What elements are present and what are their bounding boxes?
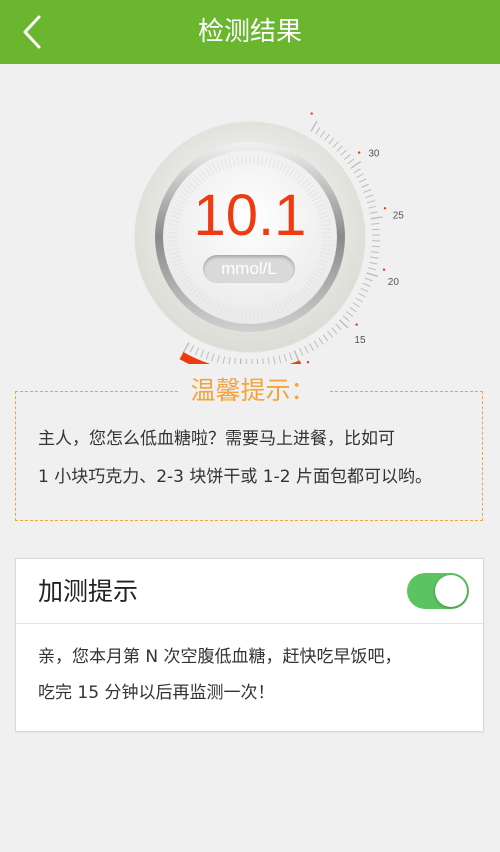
gauge-tick [267,357,270,364]
gauge-tick [319,130,326,138]
gauge-tick [304,345,309,354]
gauge-tick [361,183,369,188]
gauge-tick [328,137,335,145]
glucose-gauge: 051015202530 10.1 mmol/L [0,64,500,364]
gauge-tick [364,277,373,282]
gauge-tick [273,356,276,364]
tip-title: 温馨提示： [178,370,328,412]
gauge-tick [367,267,376,271]
gauge-tick-dot [355,323,358,326]
gauge-tick [363,189,372,193]
recheck-card: 加测提示 亲，您本月第 N 次空腹低血糖，赶快吃早饭吧， 吃完 15 分钟以后再… [15,558,484,732]
gauge-tick [368,205,377,209]
recheck-toggle[interactable] [407,573,469,609]
gauge-tick [262,358,264,364]
gauge-tick-dot [357,151,361,154]
gauge-tick [335,323,342,330]
gauge-tick-label: 20 [388,277,400,288]
gauge-tick [278,355,282,364]
gauge-tick [332,141,339,148]
gauge-tick-dot [306,361,310,364]
gauge-tick [371,251,380,254]
gauge-tick [288,352,293,361]
gauge-tick [293,350,300,362]
gauge-tick [370,256,379,259]
gauge-tick [362,282,371,287]
gauge-tick [366,272,379,278]
gauge-tick-label: 30 [368,149,380,160]
gauge-tick [327,330,333,338]
gauge-tick [349,306,357,313]
gauge-tick [205,351,210,360]
gauge-tick [315,127,321,135]
gauge-tick [318,337,324,345]
gauge-tick [343,154,351,160]
gauge-tick [342,315,350,322]
gauge-tick [216,354,220,363]
tip-line-2: 1 小块巧克力、2-3 块饼干或 1-2 片面包都可以哟。 [38,467,432,487]
gauge-tick [324,133,330,141]
gauge-tick [369,211,378,214]
gauge-tick [283,353,287,362]
recheck-text: 亲，您本月第 N 次空腹低血糖，赶快吃早饭吧， 吃完 15 分钟以后再监测一次！ [38,639,478,711]
gauge-tick [299,348,304,356]
recheck-line-1: 亲，您本月第 N 次空腹低血糖，赶快吃早饭吧， [38,647,402,667]
recheck-line-2: 吃完 15 分钟以后再监测一次！ [38,683,275,703]
gauge-tick [365,194,374,199]
back-button[interactable] [8,8,56,56]
glucose-value: 10.1 [193,183,307,248]
gauge-tick [308,343,314,351]
gauge-tick [189,345,195,353]
gauge-tick [355,297,363,303]
gauge-tick [358,292,366,298]
gauge-tick [310,120,318,132]
gauge-tick [352,302,360,308]
page-title: 检测结果 [197,17,302,47]
gauge-tick [331,327,338,334]
gauge-tick [371,222,380,225]
gauge-tick [182,342,190,354]
gauge-tick [350,160,362,169]
unit-badge: mmol/L [203,255,295,283]
gauge-tick [322,334,329,342]
gauge-tick [228,357,231,364]
gauge-tick [366,200,375,204]
gauge-tick-label: 25 [393,211,405,222]
gauge-tick [369,261,378,265]
recheck-card-header: 加测提示 [16,559,483,624]
gauge-tick [360,287,369,293]
gauge-tick [358,178,367,183]
gauge-tick-dot [382,268,386,271]
gauge-face-tick [245,155,247,166]
toggle-knob [435,575,467,607]
gauge-tick [239,358,242,364]
recheck-title: 加测提示 [38,577,139,606]
tip-line-1: 主人，您怎么低血糖啦？需要马上进餐，比如可 [38,429,395,449]
gauge-tick [371,245,380,248]
gauge-tick-label: 0 [172,363,178,364]
gauge-tick [356,173,364,179]
gauge-tick [340,149,347,156]
gauge-tick [338,319,349,329]
gauge-face-tick [253,308,255,319]
gauge-tick [347,158,355,165]
chevron-left-icon [23,15,41,49]
gauge-tick [313,340,319,348]
gauge-tick [370,216,383,220]
gauge-tick [336,145,343,152]
tip-text: 主人，您怎么低血糖啦？需要马上进餐，比如可 1 小块巧克力、2-3 块饼干或 1… [38,420,488,496]
gauge-tick [353,168,361,174]
gauge-tick [200,349,205,358]
gauge-tick [234,358,236,364]
top-bar: 检测结果 [0,0,500,64]
gauge-tick-dot [383,207,387,210]
gauge-tick-dot [310,112,313,115]
gauge-tick-label: 15 [354,335,366,346]
gauge-tick [211,353,215,362]
gauge-face-tick [253,155,255,166]
gauge-tick [222,356,226,364]
gauge-face-tick [245,308,247,319]
gauge-tick [194,347,200,356]
gauge-tick [346,311,354,317]
